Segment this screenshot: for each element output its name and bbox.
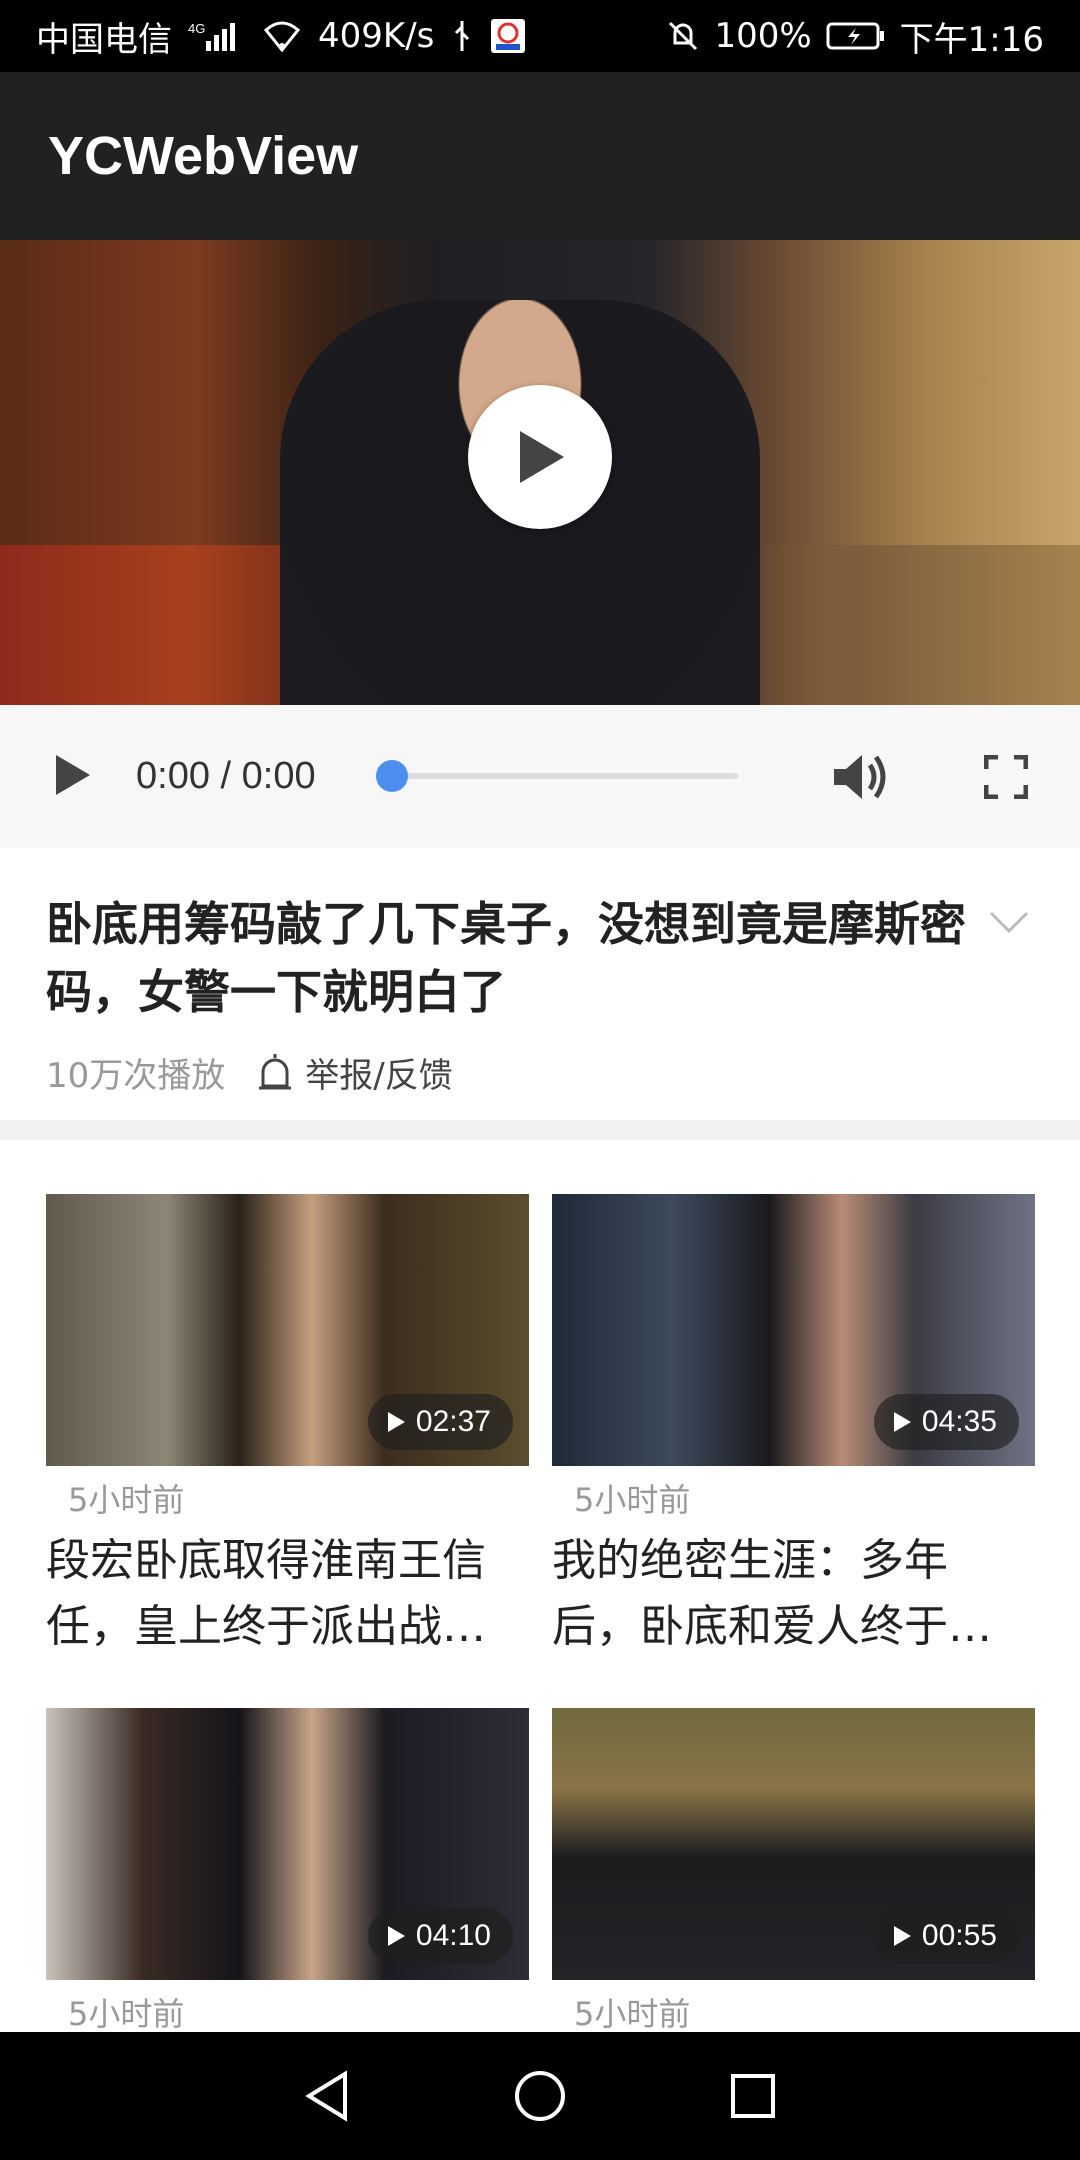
recents-square-icon (731, 2074, 776, 2118)
video-thumbnail[interactable]: 04:35 (552, 1194, 1035, 1466)
back-button[interactable] (287, 2056, 367, 2136)
center-play-button[interactable] (468, 385, 612, 529)
app-notification-icon (490, 18, 526, 54)
time-display: 0:00 / 0:00 (136, 755, 316, 797)
seek-bar[interactable] (376, 760, 738, 792)
expand-chevron-icon[interactable] (988, 910, 1030, 940)
home-button[interactable] (500, 2056, 580, 2136)
publish-time: 5小时前 (68, 1481, 185, 1519)
video-thumbnail[interactable]: 00:55 (552, 1708, 1035, 1980)
signal-icon: 4G (188, 19, 246, 53)
wifi-icon (262, 20, 302, 52)
recents-button[interactable] (713, 2056, 793, 2136)
related-video-card[interactable]: 04:10 5小时前 (46, 1708, 529, 2032)
play-icon (893, 1412, 911, 1432)
publish-time: 5小时前 (68, 1995, 185, 2032)
mute-bell-icon (666, 19, 700, 53)
svg-text:4G: 4G (188, 21, 205, 36)
card-title: 段宏卧底取得淮南王信任，皇上终于派出战… (46, 1535, 486, 1652)
play-button[interactable] (52, 753, 92, 801)
player-controls: 0:00 / 0:00 (0, 705, 1080, 848)
publish-time: 5小时前 (574, 1995, 691, 2032)
video-title: 卧底用筹码敲了几下桌子，没想到竟是摩斯密码，女警一下就明白了 (46, 897, 966, 1019)
volume-button[interactable] (832, 751, 890, 807)
battery-charging-icon (826, 21, 886, 51)
video-player[interactable] (0, 240, 1080, 705)
video-meta: 10万次播放 举报/反馈 (46, 1048, 453, 1097)
section-divider (0, 1120, 1080, 1140)
play-icon (520, 431, 564, 483)
duration-badge: 02:37 (367, 1394, 513, 1450)
play-icon (387, 1412, 405, 1432)
video-thumbnail[interactable]: 04:10 (46, 1708, 529, 1980)
status-bar: 中国电信 4G 409K/s 100% 下午1:16 (0, 0, 1080, 72)
system-nav-bar (0, 2032, 1080, 2160)
video-info: 卧底用筹码敲了几下桌子，没想到竟是摩斯密码，女警一下就明白了 10万次播放 举报… (0, 848, 1080, 1120)
play-icon (56, 754, 90, 795)
related-video-card[interactable]: 04:35 5小时前 我的绝密生涯：多年后，卧底和爱人终于… (552, 1194, 1035, 1660)
play-icon (387, 1926, 405, 1946)
card-title: 我的绝密生涯：多年后，卧底和爱人终于… (552, 1535, 992, 1652)
volume-icon (834, 755, 886, 799)
fullscreen-icon (983, 754, 1029, 800)
duration-badge: 04:35 (873, 1394, 1019, 1450)
video-thumbnail[interactable]: 02:37 (46, 1194, 529, 1466)
alarm-icon (259, 1053, 292, 1089)
app-bar: YCWebView (0, 72, 1080, 240)
play-count: 10万次播放 (46, 1056, 226, 1096)
duration-badge: 04:10 (367, 1908, 513, 1964)
usb-icon (450, 19, 474, 53)
battery-percent: 100% (714, 16, 812, 56)
fullscreen-button[interactable] (983, 754, 1029, 803)
duration-badge: 00:55 (873, 1908, 1019, 1964)
related-videos: 02:37 5小时前 段宏卧底取得淮南王信任，皇上终于派出战… 04:35 5小… (0, 1140, 1080, 2032)
publish-time: 5小时前 (574, 1481, 691, 1519)
play-icon (893, 1926, 911, 1946)
related-video-card[interactable]: 00:55 5小时前 (552, 1708, 1035, 2032)
report-label: 举报/反馈 (305, 1056, 453, 1096)
app-title: YCWebView (48, 126, 359, 186)
clock: 下午1:16 (899, 19, 1044, 60)
seek-handle[interactable] (376, 760, 408, 792)
network-speed: 409K/s (318, 16, 435, 56)
report-feedback-link[interactable]: 举报/反馈 (255, 1048, 453, 1097)
back-triangle-icon (304, 2070, 347, 2122)
home-circle-icon (514, 2071, 565, 2121)
related-video-card[interactable]: 02:37 5小时前 段宏卧底取得淮南王信任，皇上终于派出战… (46, 1194, 529, 1660)
carrier-label: 中国电信 (36, 19, 172, 60)
